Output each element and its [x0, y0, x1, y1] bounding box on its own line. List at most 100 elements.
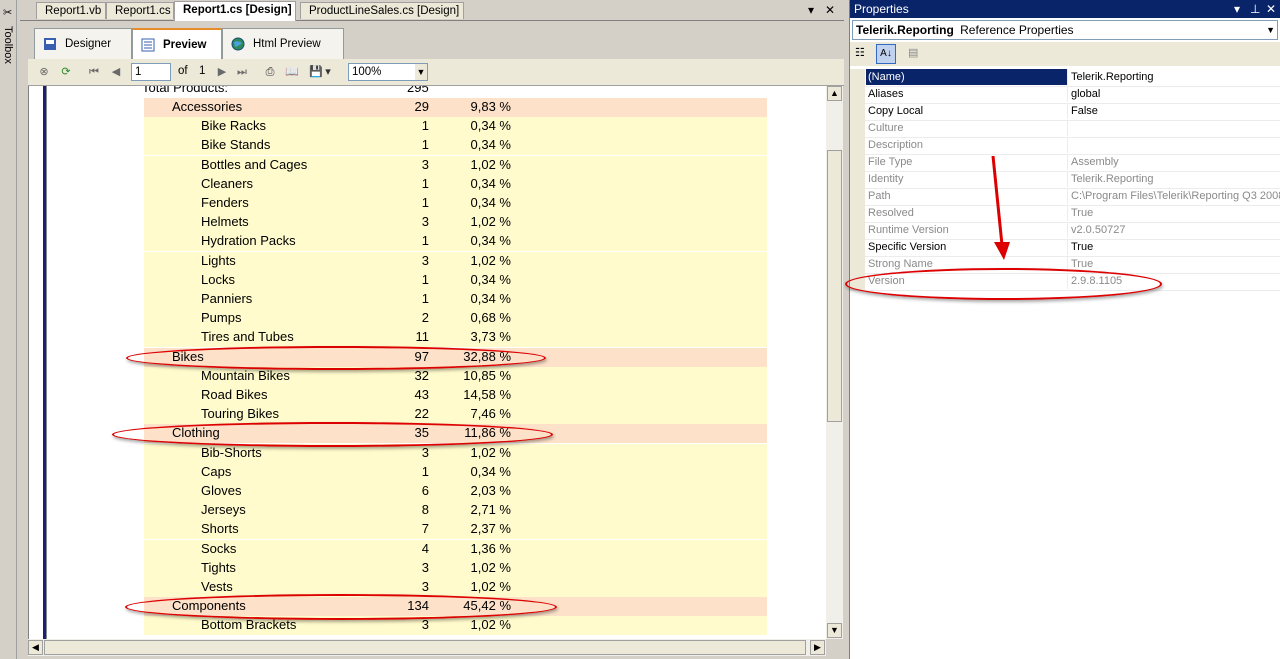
- scroll-up-icon[interactable]: ▲: [827, 86, 842, 101]
- report-item-row: Helmets 3 1,02 %: [144, 213, 767, 233]
- row-name: Touring Bikes: [201, 406, 280, 422]
- row-name: Vests: [201, 579, 233, 594]
- export-icon[interactable]: 💾: [308, 64, 324, 80]
- doc-tab-productlinesales-design[interactable]: ProductLineSales.cs [Design]: [300, 2, 464, 19]
- property-name[interactable]: Runtime Version: [866, 222, 1068, 238]
- row-count: 3: [421, 444, 429, 460]
- property-name[interactable]: Strong Name: [866, 256, 1068, 272]
- property-row[interactable]: Culture: [850, 120, 1280, 138]
- tab-designer[interactable]: Designer: [34, 28, 132, 59]
- report-item-row: Touring Bikes 22 7,46 %: [144, 405, 767, 425]
- property-gutter: [850, 120, 865, 137]
- property-value[interactable]: global: [1069, 86, 1280, 102]
- property-name[interactable]: Path: [866, 188, 1068, 204]
- doc-tab-report1-vb[interactable]: Report1.vb: [36, 2, 106, 19]
- property-value[interactable]: Assembly: [1069, 154, 1280, 170]
- export-dropdown-icon[interactable]: ▾: [324, 64, 332, 80]
- row-name: Pumps: [201, 310, 242, 326]
- property-row[interactable]: Resolved True: [850, 205, 1280, 223]
- property-value[interactable]: [1069, 120, 1280, 136]
- property-row[interactable]: Identity Telerik.Reporting: [850, 171, 1280, 189]
- chevron-down-icon[interactable]: ▼: [1266, 21, 1275, 39]
- scroll-left-icon[interactable]: ◀: [28, 640, 43, 655]
- report-item-row: Tights 3 1,02 %: [144, 558, 767, 578]
- property-value[interactable]: True: [1069, 256, 1280, 272]
- property-name[interactable]: Identity: [866, 171, 1068, 187]
- row-percent: 45,42 %: [463, 598, 511, 614]
- tab-html-preview[interactable]: Html Preview: [222, 28, 344, 59]
- property-pages-icon[interactable]: ▤: [908, 46, 924, 62]
- doc-tab-report1-design[interactable]: Report1.cs [Design]: [174, 1, 296, 21]
- row-count: 6: [421, 483, 429, 498]
- scroll-right-icon[interactable]: ▶: [810, 640, 825, 655]
- print-icon[interactable]: ⎙: [262, 64, 278, 80]
- chevron-down-icon[interactable]: ▼: [415, 64, 427, 80]
- property-row[interactable]: Aliases global: [850, 86, 1280, 104]
- property-row[interactable]: File Type Assembly: [850, 154, 1280, 172]
- property-row[interactable]: Description: [850, 137, 1280, 155]
- property-value[interactable]: Telerik.Reporting: [1069, 69, 1280, 85]
- property-value[interactable]: 2.9.8.1105: [1069, 273, 1280, 289]
- property-name[interactable]: Aliases: [866, 86, 1068, 102]
- object-type: Reference Properties: [960, 23, 1074, 37]
- panel-dropdown-icon[interactable]: ▾: [1234, 0, 1240, 18]
- row-percent: 32,88 %: [463, 348, 511, 364]
- doc-tab-report1-cs[interactable]: Report1.cs: [106, 2, 174, 19]
- panel-close-icon[interactable]: ✕: [1266, 0, 1276, 18]
- property-value[interactable]: False: [1069, 103, 1280, 119]
- property-row[interactable]: Path C:\Program Files\Telerik\Reporting Q…: [850, 188, 1280, 206]
- row-count: 2: [421, 310, 429, 326]
- property-name[interactable]: (Name): [866, 69, 1068, 85]
- property-name[interactable]: Version: [866, 273, 1068, 289]
- page-setup-icon[interactable]: 📖: [284, 64, 300, 80]
- page-number-input[interactable]: 1: [131, 63, 171, 81]
- property-row[interactable]: Copy Local False: [850, 103, 1280, 121]
- property-row[interactable]: Specific Version True: [850, 239, 1280, 257]
- horizontal-scroll-thumb[interactable]: [44, 640, 806, 655]
- toolbox-strip[interactable]: ✂ Toolbox: [0, 0, 17, 659]
- first-page-icon[interactable]: ⏮: [86, 64, 102, 80]
- categorized-icon[interactable]: ☷: [855, 46, 871, 62]
- property-value[interactable]: v2.0.50727: [1069, 222, 1280, 238]
- alphabetical-icon[interactable]: A↓: [876, 44, 896, 64]
- refresh-icon[interactable]: ⟳: [58, 64, 74, 80]
- property-name[interactable]: Culture: [866, 120, 1068, 136]
- property-row[interactable]: Version 2.9.8.1105: [850, 273, 1280, 291]
- property-value[interactable]: True: [1069, 205, 1280, 221]
- of-label: of: [178, 65, 188, 77]
- vertical-scroll-thumb[interactable]: [827, 150, 842, 422]
- row-count: 3: [421, 617, 429, 633]
- property-value[interactable]: [1069, 137, 1280, 153]
- tab-preview[interactable]: Preview: [132, 28, 222, 59]
- property-gutter: [850, 256, 865, 273]
- previous-page-icon[interactable]: ◀: [108, 64, 124, 80]
- vertical-scrollbar[interactable]: ▲ ▼: [826, 86, 843, 639]
- property-name[interactable]: Description: [866, 137, 1068, 153]
- close-icon[interactable]: ✕: [825, 3, 835, 17]
- property-value[interactable]: Telerik.Reporting: [1069, 171, 1280, 187]
- row-percent: 0,34 %: [470, 137, 511, 153]
- scroll-down-icon[interactable]: ▼: [827, 623, 842, 638]
- horizontal-scrollbar[interactable]: ◀ ▶: [28, 639, 826, 656]
- row-percent: 3,73 %: [470, 329, 511, 345]
- tab-preview-label: Preview: [163, 39, 207, 51]
- stop-icon[interactable]: ⊗: [36, 64, 52, 80]
- property-value[interactable]: True: [1069, 239, 1280, 255]
- report-item-row: Bike Racks 1 0,34 %: [144, 117, 767, 137]
- property-value[interactable]: C:\Program Files\Telerik\Reporting Q3 20…: [1069, 188, 1280, 204]
- property-row[interactable]: Strong Name True: [850, 256, 1280, 274]
- row-name: Tights: [201, 559, 236, 575]
- property-name[interactable]: File Type: [866, 154, 1068, 170]
- last-page-icon[interactable]: ⏭: [234, 64, 250, 80]
- property-name[interactable]: Resolved: [866, 205, 1068, 221]
- property-row[interactable]: Runtime Version v2.0.50727: [850, 222, 1280, 240]
- object-selector[interactable]: Telerik.Reporting Reference Properties ▼: [852, 20, 1278, 40]
- row-count: 1: [421, 291, 429, 306]
- pin-icon[interactable]: ⊥: [1250, 0, 1260, 18]
- property-name[interactable]: Specific Version: [866, 239, 1068, 255]
- property-row[interactable]: (Name) Telerik.Reporting: [850, 69, 1280, 87]
- next-page-icon[interactable]: ▶: [214, 64, 230, 80]
- property-name[interactable]: Copy Local: [866, 103, 1068, 119]
- zoom-select[interactable]: 100% ▼: [348, 63, 428, 81]
- tab-dropdown-icon[interactable]: ▾: [808, 3, 814, 17]
